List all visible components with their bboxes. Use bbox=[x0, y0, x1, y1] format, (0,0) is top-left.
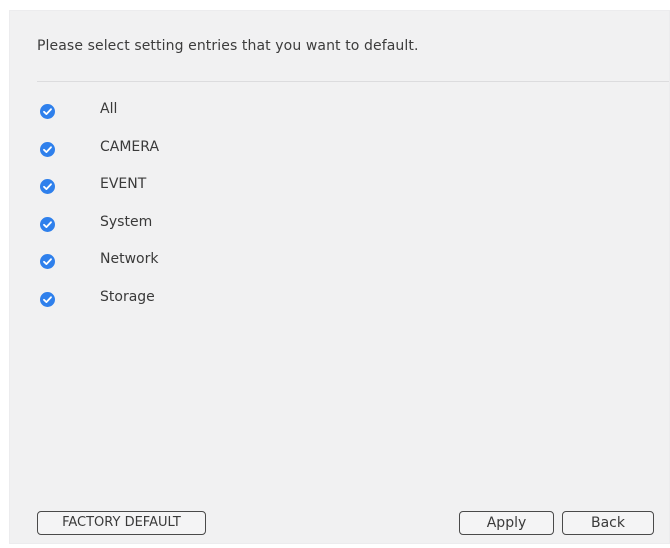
entry-system[interactable]: System bbox=[10, 212, 669, 250]
settings-entries-list: All CAMERA EVENT System Network Storage bbox=[10, 99, 669, 324]
entry-label-storage: Storage bbox=[100, 288, 155, 305]
apply-button[interactable]: Apply bbox=[459, 511, 554, 535]
entry-label-all: All bbox=[100, 101, 118, 117]
check-circle-icon[interactable] bbox=[40, 216, 55, 232]
check-circle-icon[interactable] bbox=[40, 141, 55, 157]
check-circle-icon[interactable] bbox=[40, 291, 55, 307]
check-circle-icon[interactable] bbox=[40, 104, 55, 119]
entry-camera[interactable]: CAMERA bbox=[10, 137, 669, 175]
default-settings-page: Please select setting entries that you w… bbox=[0, 0, 670, 548]
entry-label-event: EVENT bbox=[100, 176, 147, 192]
entry-label-network: Network bbox=[100, 251, 159, 267]
check-circle-icon[interactable] bbox=[40, 254, 55, 269]
entry-all[interactable]: All bbox=[10, 99, 669, 137]
entry-storage[interactable]: Storage bbox=[10, 287, 669, 325]
entry-label-camera: CAMERA bbox=[100, 138, 160, 155]
default-settings-panel: Please select setting entries that you w… bbox=[9, 10, 670, 544]
entry-label-system: System bbox=[100, 213, 153, 230]
factory-default-button[interactable]: FACTORY DEFAULT bbox=[37, 511, 206, 535]
entry-network[interactable]: Network bbox=[10, 249, 669, 287]
back-button[interactable]: Back bbox=[562, 511, 654, 535]
instruction-text: Please select setting entries that you w… bbox=[37, 38, 419, 54]
divider bbox=[37, 81, 669, 82]
entry-event[interactable]: EVENT bbox=[10, 174, 669, 212]
check-circle-icon[interactable] bbox=[40, 179, 55, 194]
